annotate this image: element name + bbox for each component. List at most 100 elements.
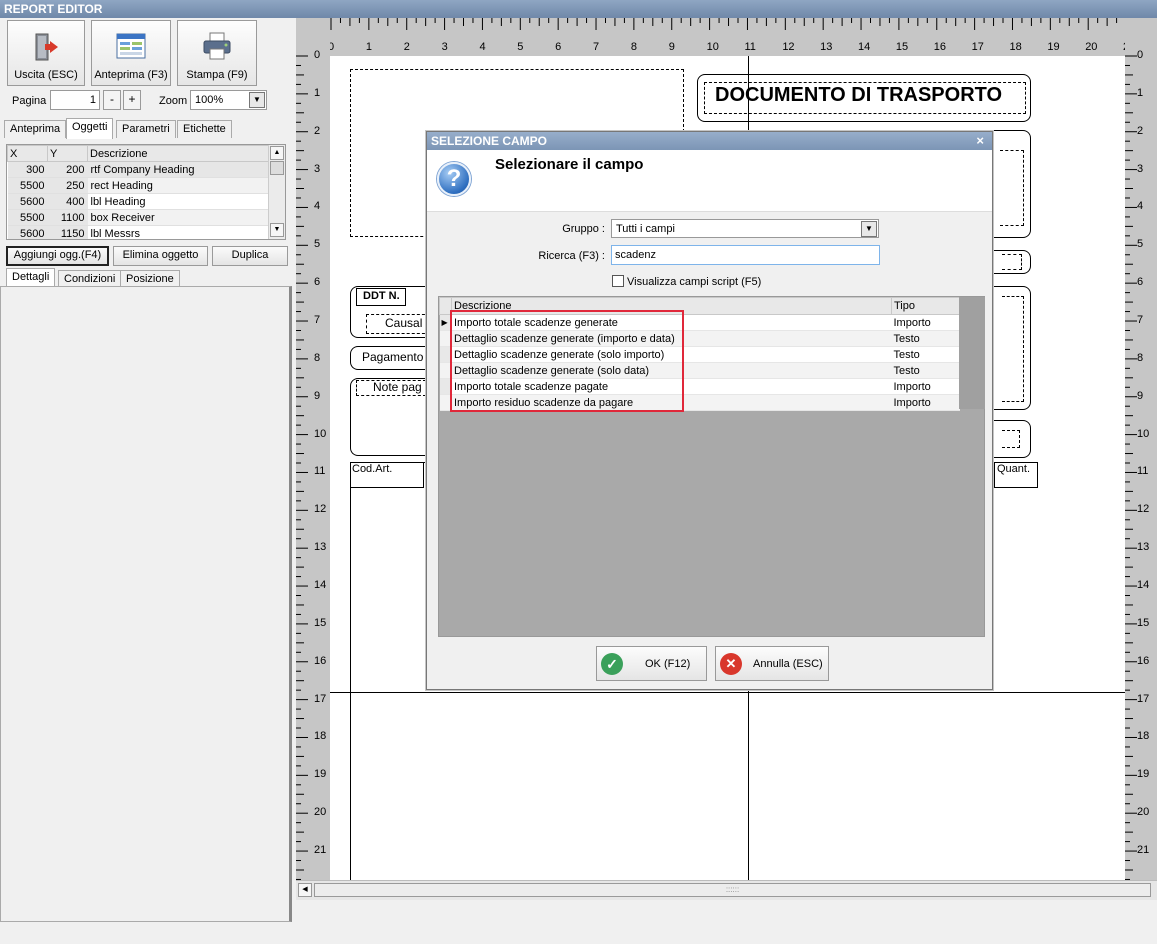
- ruler-label: 1: [314, 86, 321, 99]
- zoom-label: Zoom: [159, 95, 188, 107]
- horizontal-ruler: 0123456789101112131415161718192021: [296, 18, 1157, 56]
- search-input[interactable]: scadenz: [611, 245, 880, 265]
- ruler-label: 18: [314, 730, 327, 743]
- ruler-label: 6: [555, 41, 562, 53]
- table-row[interactable]: 5500 250 rect Heading: [7, 177, 269, 194]
- table-row[interactable]: 5600 1150 lbl Messrs: [7, 225, 269, 239]
- ok-button[interactable]: ✓ OK (F12): [596, 646, 707, 681]
- small-label-2[interactable]: [1002, 430, 1020, 448]
- group-label: Gruppo :: [562, 223, 605, 235]
- ruler-label: 7: [593, 41, 600, 53]
- causale-label[interactable]: Causal: [385, 316, 422, 330]
- ruler-label: 19: [1047, 41, 1060, 53]
- scroll-up-icon[interactable]: ▲: [270, 146, 284, 160]
- table-row[interactable]: 5600 400 lbl Heading: [7, 193, 269, 210]
- script-fields-checkbox[interactable]: [612, 275, 624, 287]
- vertical-ruler-left: 0 1 2 3 4 5 6 7 8 9 10 11 12 13 14 15 16 17 18 19 20 21: [296, 18, 330, 898]
- group-value: Tutti i campi: [616, 223, 675, 235]
- note-label[interactable]: Note pag: [373, 380, 422, 394]
- ruler-label: 16: [933, 41, 946, 53]
- cell-y: 1100: [47, 209, 88, 226]
- ruler-label: 6: [314, 276, 321, 289]
- objects-scrollbar[interactable]: ▲ ▼: [268, 145, 285, 239]
- right-info-label[interactable]: [1002, 296, 1024, 402]
- ddt-label[interactable]: DDT N.: [363, 290, 400, 302]
- dialog-titlebar[interactable]: SELEZIONE CAMPO ×: [427, 132, 992, 150]
- tab-oggetti[interactable]: Oggetti: [66, 118, 114, 139]
- horizontal-scrollbar[interactable]: ◀ ::::::: [296, 880, 1157, 900]
- ruler-label: 6: [1137, 276, 1144, 289]
- ruler-label: 20: [1085, 41, 1098, 53]
- column-header-descrizione[interactable]: Descrizione: [87, 145, 269, 162]
- ruler-label: 0: [1137, 49, 1144, 61]
- h-scroll-thumb[interactable]: ::::::: [314, 883, 1151, 897]
- cell-x: 5500: [7, 177, 48, 194]
- ruler-label: 4: [314, 200, 321, 213]
- ruler-label: 8: [1137, 351, 1144, 364]
- chevron-down-icon[interactable]: ▼: [861, 221, 877, 237]
- ruler-label: 7: [314, 314, 321, 327]
- ruler-label: 11: [1137, 465, 1149, 478]
- zoom-select[interactable]: 100% ▼: [190, 90, 267, 110]
- vertical-ruler-right: 0 1 2 3 4 5 6 7 8 9 10 11 12 13 14 15 16 17 18 19 20 21: [1125, 18, 1157, 898]
- close-icon[interactable]: ×: [976, 133, 984, 148]
- ruler-label: 2: [314, 124, 321, 137]
- ruler-label: 3: [441, 41, 448, 53]
- ruler-label: 1: [1137, 86, 1144, 99]
- pagamento-label[interactable]: Pagamento: [362, 350, 423, 364]
- exit-button[interactable]: Uscita (ESC): [7, 20, 85, 86]
- document-title[interactable]: DOCUMENTO DI TRASPORTO: [715, 84, 1002, 107]
- ruler-label: 19: [1137, 768, 1150, 781]
- ruler-label: 16: [314, 654, 327, 667]
- table-row[interactable]: 300 200 rtf Company Heading: [7, 161, 269, 178]
- cancel-label: Annulla (ESC): [753, 658, 823, 670]
- quant-label[interactable]: Quant.: [997, 463, 1030, 475]
- small-label-1[interactable]: [1002, 254, 1022, 270]
- codart-label[interactable]: Cod.Art.: [352, 463, 392, 475]
- cancel-button[interactable]: ✕ Annulla (ESC): [715, 646, 829, 681]
- page-minus-button[interactable]: -: [103, 90, 121, 110]
- ruler-label: 3: [314, 162, 321, 175]
- cell-x: 5600: [7, 225, 48, 239]
- scroll-down-icon[interactable]: ▼: [270, 223, 284, 237]
- page-plus-button[interactable]: +: [123, 90, 141, 110]
- scroll-thumb[interactable]: [270, 161, 284, 175]
- ruler-label: 10: [1137, 427, 1150, 440]
- ruler-label: 20: [314, 806, 327, 819]
- duplicate-button[interactable]: Duplica: [212, 246, 288, 266]
- ruler-ticks-right: [1125, 55, 1137, 890]
- print-button[interactable]: Stampa (F9): [177, 20, 257, 86]
- column-header-x[interactable]: X: [7, 145, 48, 162]
- detail-left-line: [350, 488, 351, 898]
- add-object-button[interactable]: Aggiungi ogg.(F4): [6, 246, 109, 266]
- column-header-y[interactable]: Y: [47, 145, 88, 162]
- page-input[interactable]: 1: [50, 90, 100, 110]
- preview-window-icon: [116, 33, 146, 59]
- preview-button[interactable]: Anteprima (F3): [91, 20, 171, 86]
- cell-y: 1150: [47, 225, 88, 239]
- ruler-label: 13: [820, 41, 833, 53]
- chevron-down-icon[interactable]: ▼: [249, 92, 265, 108]
- group-select[interactable]: Tutti i campi ▼: [611, 219, 879, 238]
- field-selection-dialog[interactable]: SELEZIONE CAMPO × ? Selezionare il campo…: [426, 131, 993, 690]
- tab-anteprima[interactable]: Anteprima: [4, 120, 67, 138]
- receiver-label-box[interactable]: [1000, 150, 1024, 226]
- ruler-label: 17: [314, 692, 327, 705]
- cell-tipo: Importo: [891, 378, 960, 395]
- fields-scrollbar[interactable]: [959, 297, 985, 409]
- table-row[interactable]: 5500 1100 box Receiver: [7, 209, 269, 226]
- ruler-ticks: [330, 18, 1118, 30]
- delete-object-button[interactable]: Elimina oggetto: [113, 246, 208, 266]
- cell-tipo: Testo: [891, 346, 960, 363]
- ruler-label: 0: [314, 49, 321, 61]
- ruler-label: 8: [630, 41, 637, 53]
- ok-label: OK (F12): [645, 658, 691, 670]
- tab-etichette[interactable]: Etichette: [177, 120, 232, 138]
- tab-parametri[interactable]: Parametri: [116, 120, 176, 138]
- ruler-label: 2: [1137, 124, 1144, 137]
- column-header-tipo[interactable]: Tipo: [891, 297, 960, 315]
- preview-label: Anteprima (F3): [94, 69, 168, 81]
- ruler-label: 17: [971, 41, 984, 53]
- scroll-left-icon[interactable]: ◀: [298, 883, 312, 897]
- objects-table[interactable]: X Y Descrizione 300 200 rtf Company Head…: [6, 144, 286, 240]
